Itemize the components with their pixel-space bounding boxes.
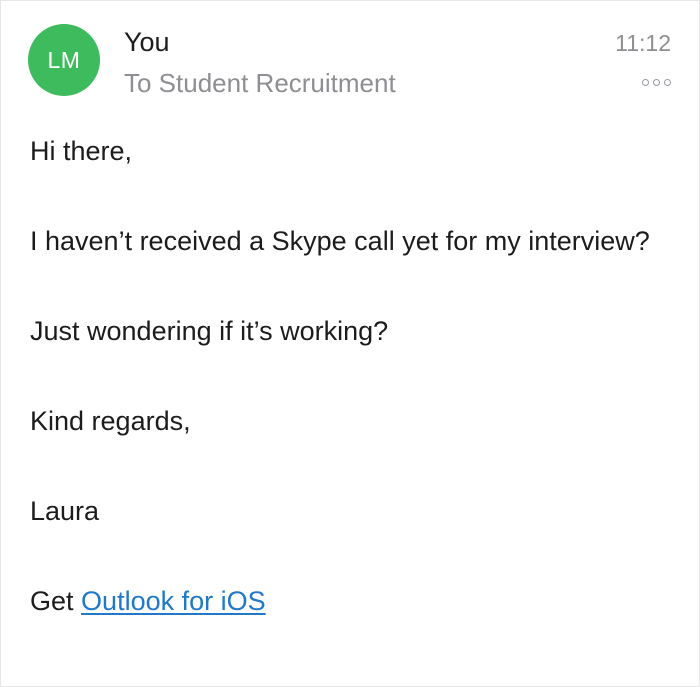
avatar[interactable]: LM	[28, 24, 100, 96]
footer-prefix: Get	[30, 586, 74, 616]
dot-icon	[642, 79, 649, 86]
dot-icon	[653, 79, 660, 86]
body-paragraph-1: I haven’t received a Skype call yet for …	[30, 226, 650, 256]
outlook-ios-link[interactable]: Outlook for iOS	[81, 586, 266, 616]
sender-name[interactable]: You	[124, 24, 170, 60]
signature: Laura	[30, 496, 100, 526]
body-paragraph-2: Just wondering if it’s working?	[30, 316, 389, 346]
avatar-initials: LM	[47, 46, 81, 73]
recipient-line[interactable]: To Student Recruitment	[124, 65, 396, 101]
closing: Kind regards,	[30, 406, 191, 436]
footer-line: Get Outlook for iOS	[30, 579, 659, 624]
email-header: LM You To Student Recruitment 11:12	[1, 1, 699, 121]
email-body: Hi there, I haven’t received a Skype cal…	[30, 129, 659, 624]
ellipsis-icon[interactable]	[642, 79, 671, 86]
timestamp: 11:12	[615, 30, 671, 56]
greeting: Hi there,	[30, 136, 133, 166]
dot-icon	[664, 79, 671, 86]
email-view: LM You To Student Recruitment 11:12 Hi t…	[0, 0, 700, 687]
